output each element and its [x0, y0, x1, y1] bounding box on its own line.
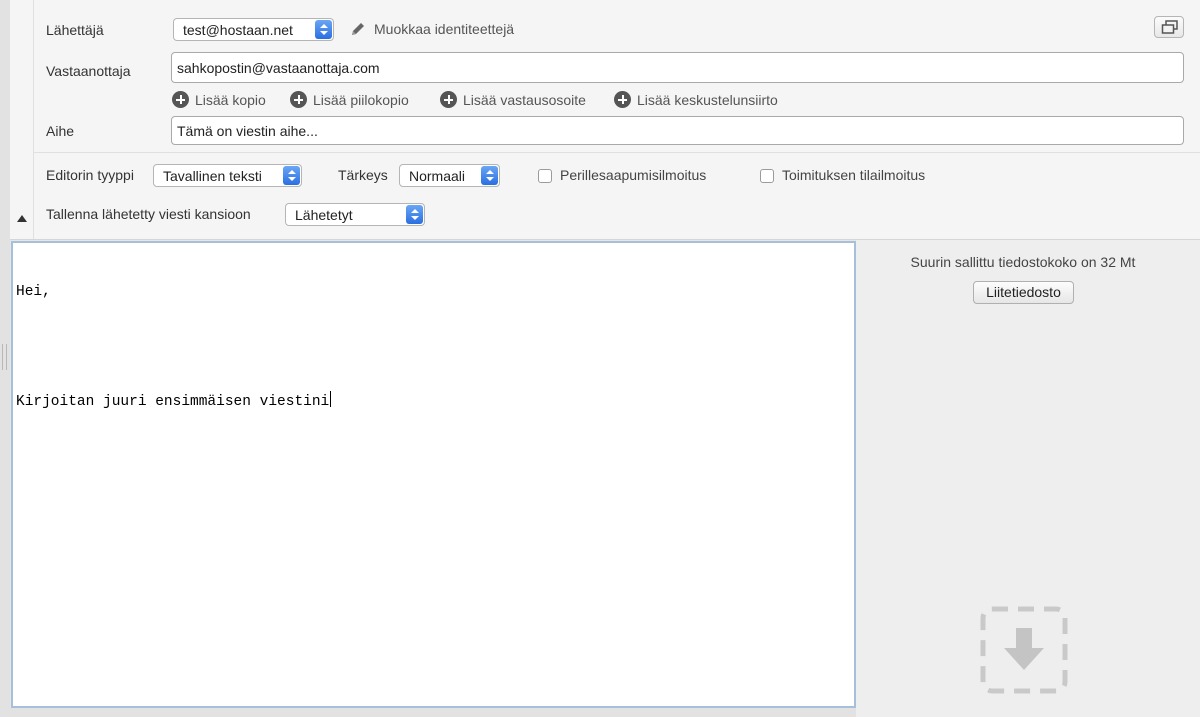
subject-label: Aihe [46, 123, 75, 139]
chevron-updown-icon [406, 205, 423, 224]
sender-select[interactable]: test@hostaan.net [173, 18, 334, 41]
max-file-size-text: Suurin sallittu tiedostokoko on 32 Mt [910, 254, 1136, 270]
chevron-updown-icon [481, 166, 498, 185]
editor-type-label: Editorin tyyppi [46, 167, 134, 183]
add-followup-to-label: Lisää keskustelunsiirto [637, 91, 778, 108]
edit-identities-label: Muokkaa identiteettejä [374, 21, 515, 37]
priority-value: Normaali [409, 168, 466, 184]
subject-input[interactable] [171, 116, 1184, 145]
add-reply-to-link[interactable]: Lisää vastausosoite [440, 91, 586, 108]
add-bcc-link[interactable]: Lisää piilokopio [290, 91, 409, 108]
body-line: Hei, [16, 284, 51, 300]
text-cursor [330, 391, 332, 407]
popout-window-button[interactable] [1154, 16, 1184, 38]
recipient-label: Vastaanottaja [46, 63, 131, 79]
add-followup-to-link[interactable]: Lisää keskustelunsiirto [614, 91, 778, 108]
resize-grip[interactable] [2, 344, 7, 370]
return-receipt-label[interactable]: Perillesaapumisilmoitus [560, 167, 706, 183]
editor-type-value: Tavallinen teksti [163, 168, 262, 184]
delivery-status-label[interactable]: Toimituksen tilailmoitus [782, 167, 925, 183]
priority-select[interactable]: Normaali [399, 164, 500, 187]
plus-circle-icon [290, 91, 307, 108]
body-line-with-cursor: Kirjoitan juuri ensimmäisen viestini [16, 391, 851, 410]
add-cc-link[interactable]: Lisää kopio [172, 91, 266, 108]
pencil-icon [352, 23, 364, 35]
attach-file-button[interactable]: Liitetiedosto [973, 281, 1074, 304]
plus-circle-icon [440, 91, 457, 108]
add-bcc-label: Lisää piilokopio [313, 91, 409, 108]
add-reply-to-label: Lisää vastausosoite [463, 91, 586, 108]
sender-select-value: test@hostaan.net [183, 22, 293, 38]
recipient-input[interactable] [171, 52, 1184, 83]
attachments-panel: Suurin sallittu tiedostokoko on 32 Mt Li… [856, 240, 1200, 717]
sender-label: Lähettäjä [46, 22, 104, 38]
drop-arrow-icon[interactable] [980, 606, 1068, 694]
priority-label: Tärkeys [338, 167, 388, 183]
editor-type-select[interactable]: Tavallinen teksti [153, 164, 302, 187]
bottom-strip [10, 708, 856, 717]
edit-identities-link[interactable]: Muokkaa identiteettejä [349, 20, 514, 38]
chevron-updown-icon [283, 166, 300, 185]
delivery-status-checkbox[interactable] [760, 169, 774, 183]
header-collapse-column [10, 0, 34, 240]
plus-circle-icon [614, 91, 631, 108]
save-sent-value: Lähetetyt [295, 207, 353, 223]
return-receipt-checkbox[interactable] [538, 169, 552, 183]
add-cc-label: Lisää kopio [195, 91, 266, 108]
body-line: Kirjoitan juuri ensimmäisen viestini [16, 394, 330, 410]
compose-header: Lähettäjä test@hostaan.net Muokkaa ident… [10, 0, 1200, 240]
plus-circle-icon [172, 91, 189, 108]
save-sent-select[interactable]: Lähetetyt [285, 203, 425, 226]
body-empty-line [16, 337, 851, 355]
triangle-up-icon[interactable] [17, 215, 27, 222]
header-divider [34, 152, 1200, 153]
left-resize-strip[interactable] [0, 0, 10, 717]
popout-window-icon [1161, 20, 1178, 34]
message-body-editor[interactable]: Hei, Kirjoitan juuri ensimmäisen viestin… [11, 241, 856, 708]
chevron-updown-icon [315, 20, 332, 39]
save-sent-label: Tallenna lähetetty viesti kansioon [46, 206, 251, 222]
